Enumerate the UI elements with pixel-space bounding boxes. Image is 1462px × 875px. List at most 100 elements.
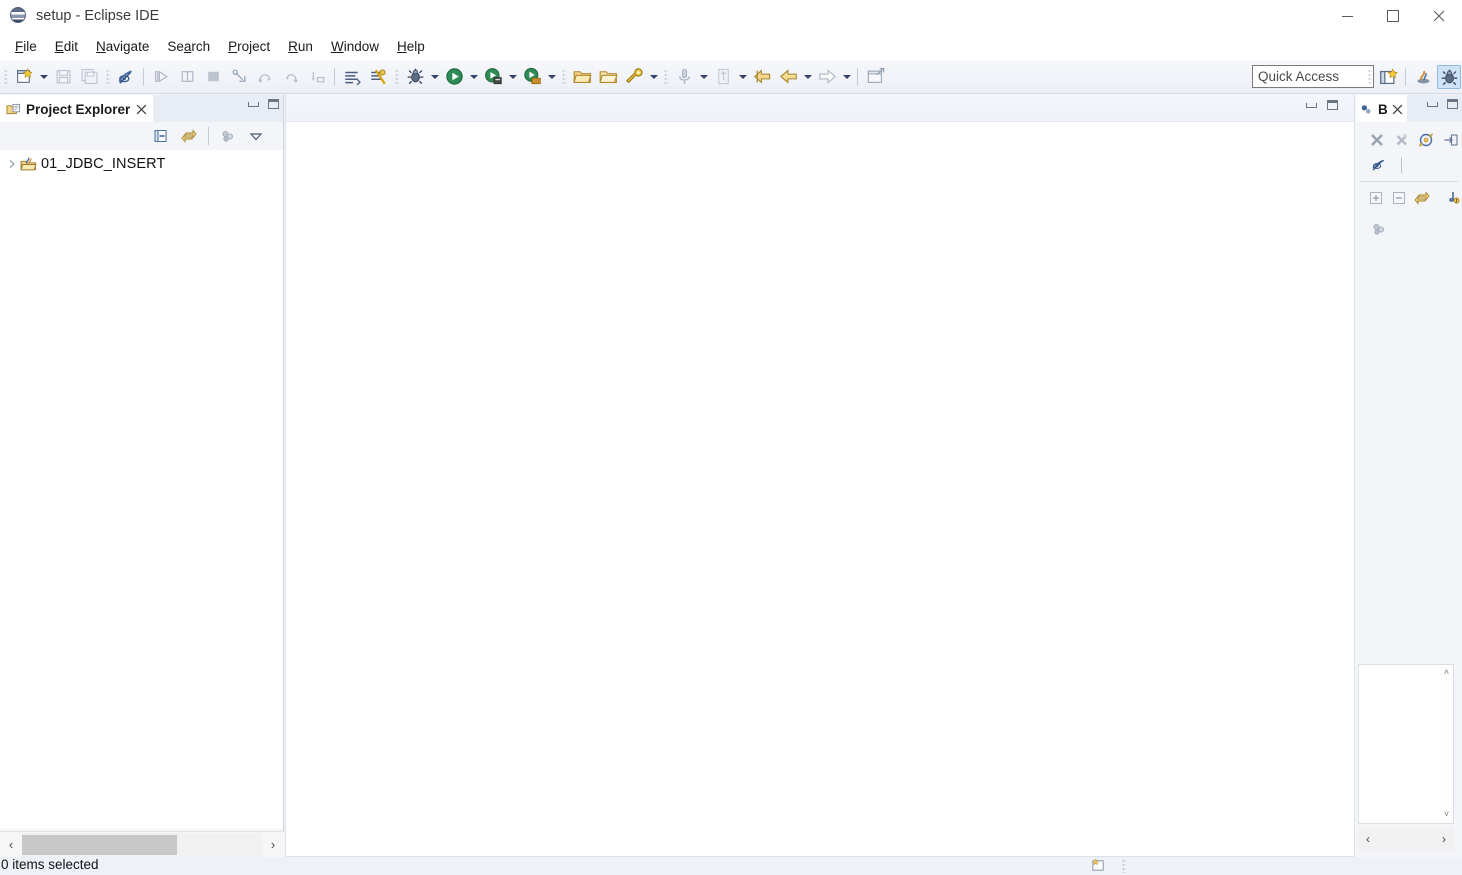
chevron-right-icon[interactable]: [4, 159, 20, 169]
close-icon[interactable]: [136, 104, 147, 115]
link-icon[interactable]: [1413, 186, 1431, 210]
perspective-grip[interactable]: [1368, 69, 1372, 85]
minimize-editor-icon[interactable]: [1306, 102, 1317, 108]
open-type-icon[interactable]: [596, 65, 620, 89]
new-wizard-dropdown-icon[interactable]: [37, 66, 50, 88]
new-wizard-icon[interactable]: [12, 65, 36, 89]
maximize-view-icon[interactable]: [268, 99, 279, 109]
toolbar-grip-4[interactable]: [562, 68, 566, 85]
focus-active-task-icon[interactable]: [216, 124, 240, 148]
forward-icon[interactable]: [815, 65, 839, 89]
forward-dropdown-icon[interactable]: [840, 66, 853, 88]
toolbar-grip-2[interactable]: [106, 68, 110, 85]
resume-icon[interactable]: [149, 65, 173, 89]
previous-annotation-icon[interactable]: [711, 65, 735, 89]
close-button[interactable]: [1416, 0, 1462, 32]
skip-all-breakpoints-icon[interactable]: [1367, 153, 1391, 177]
hscroll-thumb[interactable]: [22, 834, 177, 855]
link-with-editor-icon[interactable]: [177, 124, 201, 148]
right-bottom-hscrollbar[interactable]: ‹ ›: [1358, 827, 1454, 851]
run-icon[interactable]: [442, 65, 466, 89]
scroll-left-icon[interactable]: ‹: [1358, 832, 1378, 846]
focus-active-task-icon[interactable]: [1367, 217, 1391, 241]
run-dropdown-icon[interactable]: [467, 66, 480, 88]
tab-breakpoints[interactable]: B: [1356, 95, 1407, 122]
scroll-down-icon[interactable]: ˅: [1440, 807, 1453, 821]
open-task-dropdown-icon[interactable]: [697, 66, 710, 88]
new-java-project-icon[interactable]: [570, 65, 594, 89]
breakpoints-list[interactable]: [1356, 247, 1462, 655]
menu-edit[interactable]: Edit: [46, 36, 87, 57]
maximize-view-icon[interactable]: [1447, 99, 1458, 109]
editor-canvas[interactable]: [286, 122, 1354, 856]
debug-dropdown-icon[interactable]: [428, 66, 441, 88]
run-external-dropdown-icon[interactable]: [506, 66, 519, 88]
step-return-icon[interactable]: [279, 65, 303, 89]
search-dropdown-icon[interactable]: [647, 66, 660, 88]
back-dropdown-icon[interactable]: [801, 66, 814, 88]
tab-project-explorer[interactable]: Project Explorer: [0, 95, 154, 122]
debug-icon[interactable]: [403, 65, 427, 89]
scroll-right-icon[interactable]: ›: [262, 833, 284, 857]
right-bottom-vscrollbar[interactable]: ˄ ˅: [1440, 665, 1453, 823]
minimize-view-icon[interactable]: [248, 101, 259, 107]
coverage-icon[interactable]: [520, 65, 544, 89]
coverage-dropdown-icon[interactable]: [545, 66, 558, 88]
drop-to-frame-icon[interactable]: [305, 65, 329, 89]
suspend-icon[interactable]: [175, 65, 199, 89]
open-console-icon[interactable]: [340, 65, 364, 89]
toolbar-grip[interactable]: [4, 68, 8, 85]
quick-access-input[interactable]: Quick Access: [1252, 65, 1374, 88]
minimize-view-icon[interactable]: [1427, 101, 1438, 107]
link-with-debug-view-icon[interactable]: [1417, 128, 1437, 152]
toolbar-grip-3[interactable]: [395, 68, 399, 85]
back-nav-icon[interactable]: [776, 65, 800, 89]
collapse-all-icon[interactable]: [149, 124, 173, 148]
new-window-icon[interactable]: [863, 65, 887, 89]
close-icon[interactable]: [1392, 104, 1403, 115]
minimize-button[interactable]: [1324, 0, 1370, 32]
toggle-mark-occurrences-icon[interactable]: [114, 65, 138, 89]
show-in-editor-icon[interactable]: [1441, 128, 1461, 152]
menu-project[interactable]: Project: [219, 36, 279, 57]
toolbar-grip-5[interactable]: [664, 68, 668, 85]
view-menu-icon[interactable]: [244, 124, 268, 148]
java-perspective-icon[interactable]: [1411, 65, 1435, 89]
save-icon[interactable]: [51, 65, 75, 89]
search-icon[interactable]: [622, 65, 646, 89]
scroll-right-icon[interactable]: ›: [1434, 832, 1454, 846]
scroll-up-icon[interactable]: ˄: [1440, 665, 1453, 679]
maximize-button[interactable]: [1370, 0, 1416, 32]
debug-perspective-icon[interactable]: [1437, 65, 1461, 89]
status-grip[interactable]: [1122, 859, 1126, 873]
back-history-dropdown-icon[interactable]: [736, 66, 749, 88]
tree-item-project[interactable]: 01_JDBC_INSERT: [0, 153, 283, 175]
remove-all-breakpoints-icon[interactable]: [1392, 128, 1412, 152]
back-icon[interactable]: [750, 65, 774, 89]
open-perspective-icon[interactable]: [1376, 65, 1400, 89]
skip-breakpoints-icon[interactable]: [366, 65, 390, 89]
remove-breakpoint-icon[interactable]: [1367, 128, 1387, 152]
open-task-icon[interactable]: [672, 65, 696, 89]
menu-window[interactable]: Window: [322, 36, 388, 57]
breakpoints-toolbar-row-2: [1356, 152, 1462, 177]
scroll-left-icon[interactable]: ‹: [0, 833, 22, 857]
step-into-icon[interactable]: [227, 65, 251, 89]
menu-help[interactable]: Help: [388, 36, 434, 57]
run-external-tools-icon[interactable]: [481, 65, 505, 89]
hscroll-track[interactable]: [22, 832, 262, 857]
collapse-all-icon[interactable]: [1390, 186, 1408, 210]
menu-run[interactable]: Run: [279, 36, 322, 57]
project-explorer-hscrollbar[interactable]: ‹ ›: [0, 831, 284, 857]
maximize-editor-icon[interactable]: [1327, 100, 1338, 110]
menu-navigate[interactable]: Navigate: [87, 36, 158, 57]
terminate-icon[interactable]: [201, 65, 225, 89]
expand-all-icon[interactable]: [1367, 186, 1385, 210]
add-java-exception-breakpoint-icon[interactable]: [1443, 186, 1461, 210]
save-all-icon[interactable]: [77, 65, 101, 89]
menu-search[interactable]: Search: [158, 36, 219, 57]
step-over-icon[interactable]: [253, 65, 277, 89]
project-explorer-tree[interactable]: 01_JDBC_INSERT: [0, 150, 283, 829]
right-bottom-content[interactable]: ˄ ˅: [1358, 664, 1454, 824]
menu-file[interactable]: FFileile: [6, 36, 46, 57]
